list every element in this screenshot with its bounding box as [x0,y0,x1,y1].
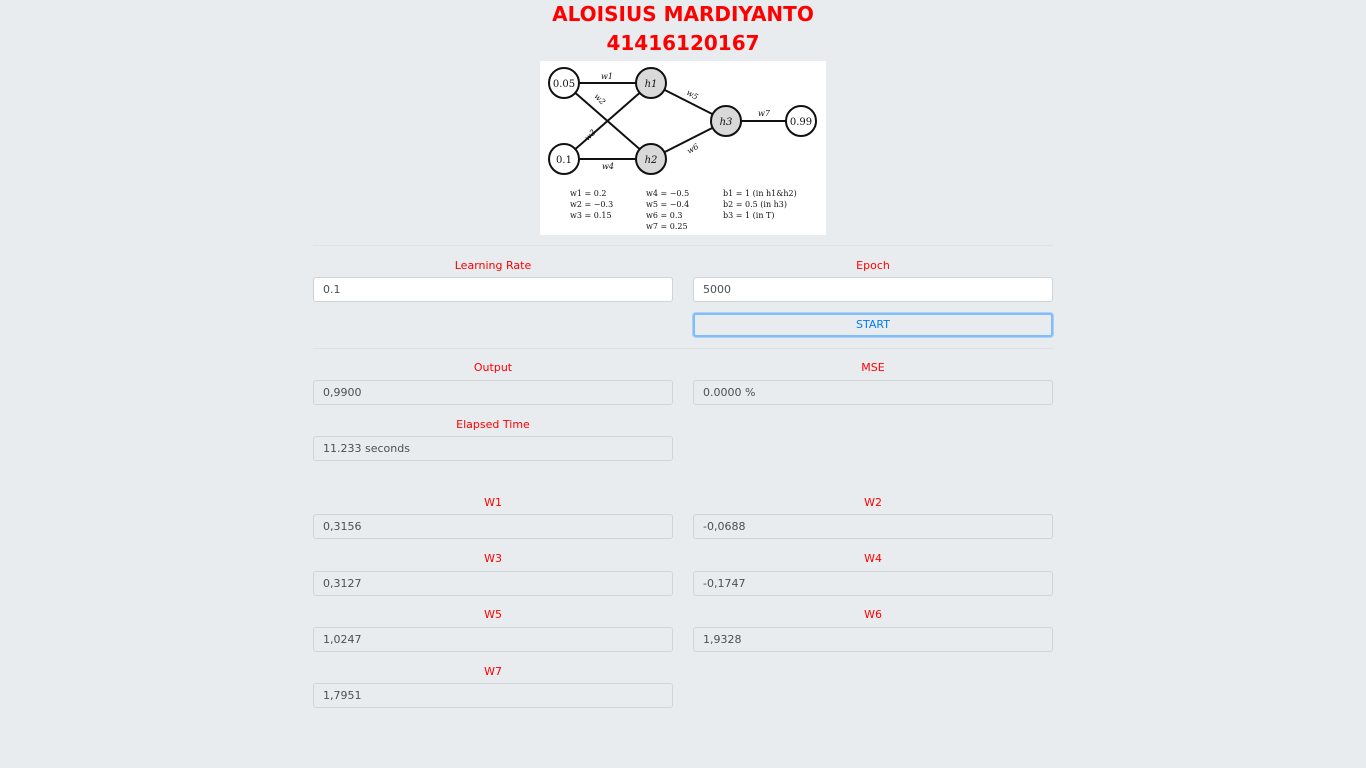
divider [313,348,1053,349]
w2-label: W2 [864,496,882,509]
input-label-2: 0.1 [556,155,572,166]
edge-label-w4: w4 [602,162,614,171]
legend-b3: b3 = 1 (in T) [723,211,774,220]
w5-field: 1,0247 [313,627,673,652]
mse-field: 0.0000 % [693,380,1053,405]
w6-label: W6 [864,608,882,621]
w1-field: 0,3156 [313,514,673,539]
epoch-input[interactable] [693,277,1053,302]
edge-label-w7: w7 [758,109,771,118]
legend-w7: w7 = 0.25 [646,222,688,231]
elapsed-time-field: 11.233 seconds [313,436,673,461]
author-name: ALOISIUS MARDIYANTO [552,2,814,26]
learning-rate-input[interactable] [313,277,673,302]
target-label: 0.99 [790,117,812,128]
legend-w1: w1 = 0.2 [570,189,606,198]
w5-label: W5 [484,608,502,621]
edge-label-w5: w5 [685,88,700,102]
mse-label: MSE [861,361,885,374]
elapsed-time-label: Elapsed Time [456,418,530,431]
legend-w4: w4 = −0.5 [646,189,689,198]
w2-field: -0,0688 [693,514,1053,539]
legend-w5: w5 = −0.4 [646,200,689,209]
legend-w3: w3 = 0.15 [570,211,612,220]
network-diagram: 0.05 0.1 h1 h2 h3 0.99 w1 w2 w3 w4 w5 w6… [540,61,826,235]
epoch-label: Epoch [856,259,890,272]
output-label: Output [473,361,513,374]
legend-w6: w6 = 0.3 [646,211,682,220]
w4-field: -0,1747 [693,571,1053,596]
edge-label-w2: w2 [592,92,607,107]
h3-label: h3 [720,117,733,128]
w7-field: 1,7951 [313,683,673,708]
legend-b2: b2 = 0.5 (in h3) [723,200,787,209]
edge-label-w6: w6 [685,142,700,156]
edge-label-w1: w1 [601,72,613,81]
author-id: 41416120167 [606,31,760,55]
h2-label: h2 [645,155,658,166]
learning-rate-label: Learning Rate [454,259,532,272]
w3-field: 0,3127 [313,571,673,596]
legend-w2: w2 = −0.3 [570,200,613,209]
w6-field: 1,9328 [693,627,1053,652]
input-label-1: 0.05 [553,79,575,90]
divider [313,245,1053,246]
w4-label: W4 [864,552,882,565]
start-button[interactable]: START [693,313,1053,337]
h1-label: h1 [645,79,658,90]
output-field: 0,9900 [313,380,673,405]
w3-label: W3 [484,552,502,565]
w1-label: W1 [484,496,502,509]
legend-b1: b1 = 1 (in h1&h2) [723,189,797,198]
w7-label: W7 [484,665,502,678]
